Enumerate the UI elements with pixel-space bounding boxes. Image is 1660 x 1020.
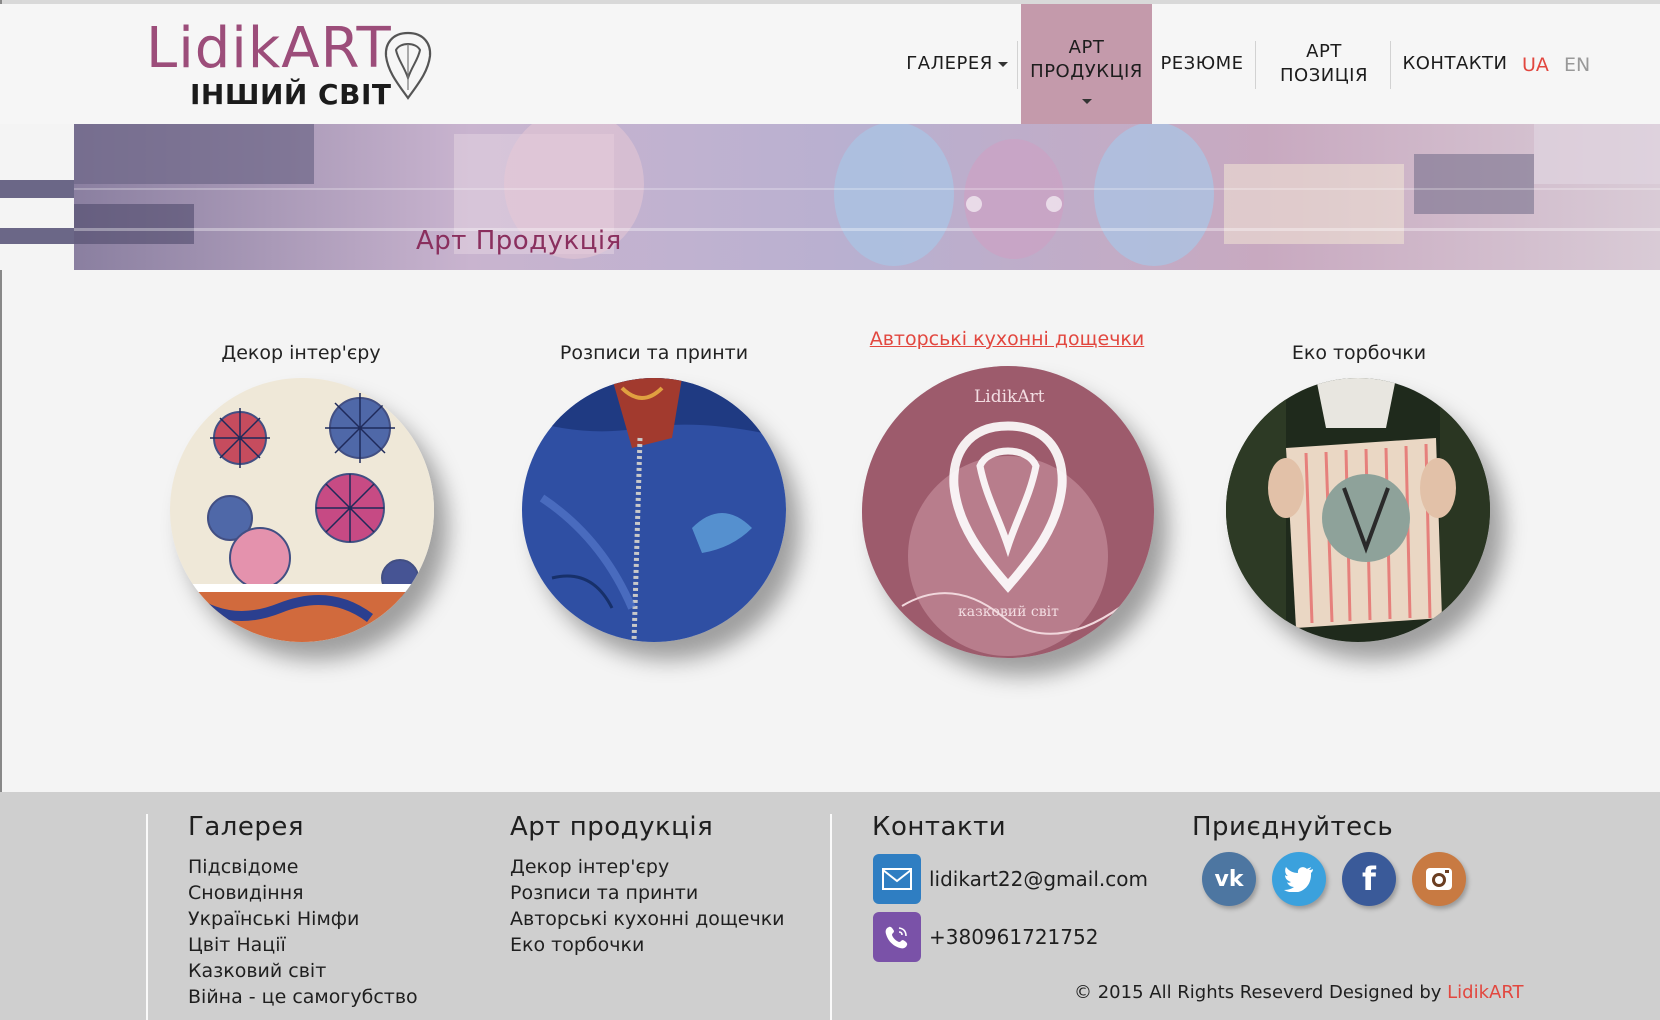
product-title-link[interactable]: Авторські кухонні дощечки	[860, 328, 1154, 350]
contact-email-text[interactable]: lidikart22@gmail.com	[929, 867, 1148, 891]
chevron-down-icon	[997, 61, 1008, 67]
nav-item-art-position[interactable]: АРТ ПОЗИЦІЯ	[1262, 4, 1386, 124]
copyright: © 2015 All Rights Reseverd Designed by L…	[1074, 982, 1524, 1003]
banner-artwork	[74, 124, 1660, 270]
product-card-paintings-prints[interactable]: Розписи та принти	[520, 342, 788, 364]
site-footer: Галерея Підсвідоме Сновидіння Українські…	[0, 792, 1660, 1020]
nav-art-position-line2: ПОЗИЦІЯ	[1280, 65, 1368, 86]
footer-art-link[interactable]: Еко торбочки	[510, 932, 785, 958]
copyright-text: © 2015 All Rights Reseverd Designed by	[1074, 982, 1442, 1003]
footer-gallery-link[interactable]: Війна - це самогубство	[188, 984, 418, 1010]
watermark-text: LidikArt	[974, 387, 1045, 407]
footer-gallery-title: Галерея	[188, 812, 305, 842]
mail-icon	[873, 854, 921, 904]
nav-item-art-products[interactable]: АРТ ПРОДУКЦІЯ	[1021, 4, 1152, 124]
nav-item-contacts[interactable]: КОНТАКТИ	[1396, 4, 1514, 124]
footer-divider	[830, 814, 832, 1020]
footer-gallery-link[interactable]: Підсвідоме	[188, 854, 418, 880]
footer-join-title: Приєднуйтесь	[1192, 812, 1394, 842]
footer-divider	[146, 814, 148, 1020]
chevron-down-icon	[1081, 99, 1092, 104]
nav-divider	[1390, 41, 1391, 89]
product-image-interior-decor[interactable]	[170, 378, 434, 642]
footer-gallery-link[interactable]: Цвіт Нації	[188, 932, 418, 958]
copyright-brand-link[interactable]: LidikART	[1447, 982, 1523, 1003]
board-caption-text: казковий світ	[958, 604, 1059, 620]
footer-gallery-link[interactable]: Сновидіння	[188, 880, 418, 906]
nav-gallery-label: ГАЛЕРЕЯ	[906, 53, 993, 74]
contact-phone[interactable]: +380961721752	[873, 912, 1098, 962]
footer-gallery-link[interactable]: Казковий світ	[188, 958, 418, 984]
nav-item-gallery[interactable]: ГАЛЕРЕЯ	[900, 4, 1014, 124]
vk-glyph: vk	[1214, 866, 1244, 892]
footer-art-link[interactable]: Авторські кухонні дощечки	[510, 906, 785, 932]
footer-art-link[interactable]: Декор інтер'єру	[510, 854, 785, 880]
logo-title: LidikART	[146, 16, 392, 81]
product-title[interactable]: Декор інтер'єру	[170, 342, 432, 364]
nav-art-position-line1: АРТ	[1306, 41, 1342, 62]
nav-item-resume[interactable]: РЕЗЮМЕ	[1154, 4, 1250, 124]
nav-art-products-line2: ПРОДУКЦІЯ	[1030, 61, 1143, 82]
contact-phone-text[interactable]: +380961721752	[929, 925, 1098, 949]
footer-art-link[interactable]: Розписи та принти	[510, 880, 785, 906]
viber-icon	[873, 912, 921, 962]
product-image-cutting-boards[interactable]: LidikArt казковий світ	[862, 366, 1154, 658]
nav-divider	[1017, 41, 1018, 89]
product-title[interactable]: Еко торбочки	[1224, 342, 1494, 364]
banner-strip	[0, 228, 74, 244]
page-banner: Арт Продукція	[0, 124, 1660, 270]
facebook-icon[interactable]: f	[1342, 852, 1396, 906]
product-image-paintings-prints[interactable]	[522, 378, 786, 642]
product-grid: Декор інтер'єру Розписи та принти Авторс…	[0, 300, 1660, 720]
footer-art-title: Арт продукція	[510, 812, 714, 842]
footer-gallery-list: Підсвідоме Сновидіння Українські Німфи Ц…	[188, 854, 418, 1010]
instagram-icon[interactable]	[1412, 852, 1466, 906]
lang-ua[interactable]: UA	[1522, 54, 1549, 76]
logo[interactable]: LidikART ІНШИЙ СВІТ	[146, 18, 436, 113]
product-card-interior-decor[interactable]: Декор інтер'єру	[170, 342, 432, 364]
product-card-cutting-boards[interactable]: Авторські кухонні дощечки	[860, 328, 1154, 350]
nav-divider	[1255, 41, 1256, 89]
product-card-eco-bags[interactable]: Еко торбочки	[1224, 342, 1494, 364]
footer-gallery-link[interactable]: Українські Німфи	[188, 906, 418, 932]
banner-strip	[0, 180, 74, 198]
logo-subtitle: ІНШИЙ СВІТ	[190, 78, 392, 111]
logo-mask-icon	[384, 31, 432, 100]
site-header: LidikART ІНШИЙ СВІТ ГАЛЕРЕЯ АРТ ПРОДУКЦІ…	[0, 4, 1660, 124]
facebook-glyph: f	[1362, 860, 1376, 898]
twitter-icon[interactable]	[1272, 852, 1326, 906]
lang-en[interactable]: EN	[1564, 54, 1590, 76]
nav-art-products-line1: АРТ	[1068, 37, 1105, 58]
footer-art-list: Декор інтер'єру Розписи та принти Авторс…	[510, 854, 785, 958]
vk-icon[interactable]: vk	[1202, 852, 1256, 906]
nav-resume-label: РЕЗЮМЕ	[1160, 53, 1244, 74]
nav-contacts-label: КОНТАКТИ	[1402, 53, 1508, 74]
page-title: Арт Продукція	[416, 226, 622, 256]
product-title[interactable]: Розписи та принти	[520, 342, 788, 364]
product-image-eco-bags[interactable]	[1226, 378, 1490, 642]
footer-contacts-title: Контакти	[872, 812, 1007, 842]
contact-email[interactable]: lidikart22@gmail.com	[873, 854, 1148, 904]
